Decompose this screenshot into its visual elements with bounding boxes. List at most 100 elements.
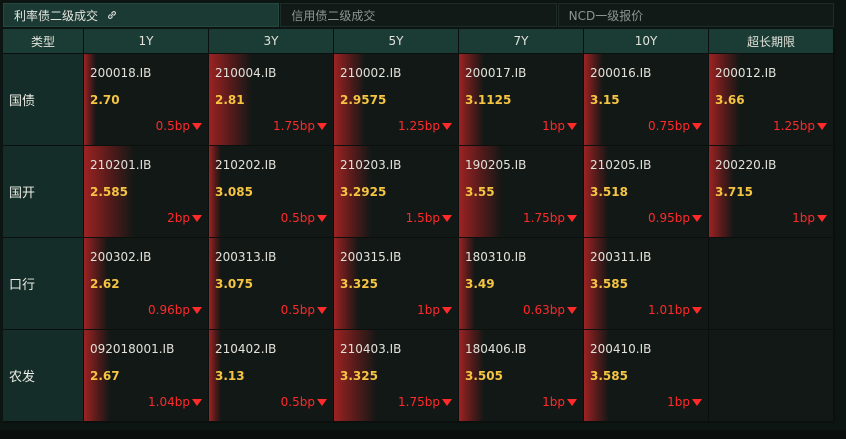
bond-code: 200017.IB	[465, 66, 527, 80]
header-type: 类型	[3, 29, 83, 53]
tab-label: 信用债二级成交	[291, 8, 376, 23]
bond-code: 210202.IB	[215, 158, 277, 172]
bond-cell[interactable]: 210205.IB 3.518 0.95bp	[584, 146, 708, 237]
down-triangle-icon	[692, 214, 702, 222]
bond-cell[interactable]: 210201.IB 2.585 2bp	[84, 146, 208, 237]
down-triangle-icon	[317, 306, 327, 314]
yield-change: 1.75bp	[273, 119, 327, 133]
bond-cell[interactable]: 190205.IB 3.55 1.75bp	[459, 146, 583, 237]
bond-yield: 3.325	[340, 369, 378, 383]
bond-yield: 3.325	[340, 277, 378, 291]
header-3y: 3Y	[209, 29, 333, 53]
bond-yield: 3.49	[465, 277, 495, 291]
bond-code: 180406.IB	[465, 342, 527, 356]
tab-ncd-primary-quote[interactable]: NCD一级报价	[557, 3, 834, 27]
down-triangle-icon	[567, 122, 577, 130]
bond-code: 210004.IB	[215, 66, 277, 80]
down-triangle-icon	[442, 306, 452, 314]
link-icon[interactable]	[106, 9, 118, 21]
tab-rate-bond-secondary[interactable]: 利率债二级成交	[3, 3, 280, 27]
tab-bar: 利率债二级成交 信用债二级成交 NCD一级报价	[3, 3, 834, 27]
bond-yield: 3.505	[465, 369, 503, 383]
bond-code: 200012.IB	[715, 66, 777, 80]
yield-change: 1bp	[667, 395, 702, 409]
bond-cell[interactable]: 210403.IB 3.325 1.75bp	[334, 330, 458, 421]
yield-change-value: 1.75bp	[523, 211, 565, 225]
bond-code: 210205.IB	[590, 158, 652, 172]
bond-yield: 2.67	[90, 369, 120, 383]
bond-code: 092018001.IB	[90, 342, 175, 356]
header-1y: 1Y	[84, 29, 208, 53]
bond-code: 210203.IB	[340, 158, 402, 172]
yield-change-value: 0.5bp	[280, 211, 315, 225]
bond-yield: 2.81	[215, 93, 245, 107]
yield-change: 1.75bp	[523, 211, 577, 225]
bond-code: 200410.IB	[590, 342, 652, 356]
bond-cell[interactable]: 200016.IB 3.15 0.75bp	[584, 54, 708, 145]
down-triangle-icon	[817, 214, 827, 222]
bond-cell[interactable]: 210203.IB 3.2925 1.5bp	[334, 146, 458, 237]
header-5y: 5Y	[334, 29, 458, 53]
yield-change-value: 1bp	[792, 211, 815, 225]
yield-change: 1bp	[542, 395, 577, 409]
down-triangle-icon	[317, 398, 327, 406]
yield-change-value: 1bp	[542, 395, 565, 409]
yield-change-value: 0.75bp	[648, 119, 690, 133]
bond-yield: 2.62	[90, 277, 120, 291]
bond-cell[interactable]: 200018.IB 2.70 0.5bp	[84, 54, 208, 145]
bond-cell[interactable]: 210002.IB 2.9575 1.25bp	[334, 54, 458, 145]
header-10y: 10Y	[584, 29, 708, 53]
tab-credit-bond-secondary[interactable]: 信用债二级成交	[280, 3, 557, 27]
row-label: 国开	[3, 146, 83, 237]
yield-change: 0.75bp	[648, 119, 702, 133]
bond-yield: 3.55	[465, 185, 495, 199]
bond-yield: 3.2925	[340, 185, 387, 199]
bond-cell[interactable]: 210004.IB 2.81 1.75bp	[209, 54, 333, 145]
bond-cell[interactable]: 200017.IB 3.1125 1bp	[459, 54, 583, 145]
yield-change-value: 1.75bp	[273, 119, 315, 133]
bond-cell[interactable]: 200410.IB 3.585 1bp	[584, 330, 708, 421]
down-triangle-icon	[442, 214, 452, 222]
yield-change: 0.95bp	[648, 211, 702, 225]
empty-cell	[709, 330, 833, 421]
yield-change: 1.25bp	[773, 119, 827, 133]
yield-change: 0.5bp	[281, 211, 327, 225]
bond-cell[interactable]: 200311.IB 3.585 1.01bp	[584, 238, 708, 329]
yield-change: 1bp	[417, 303, 452, 317]
bond-yield: 3.66	[715, 93, 745, 107]
yield-change-value: 2bp	[167, 211, 190, 225]
bond-cell[interactable]: 200220.IB 3.715 1bp	[709, 146, 833, 237]
bond-cell[interactable]: 210202.IB 3.085 0.5bp	[209, 146, 333, 237]
bond-yield: 3.085	[215, 185, 253, 199]
bond-code: 210402.IB	[215, 342, 277, 356]
yield-change-value: 0.5bp	[155, 119, 190, 133]
bond-yield: 3.585	[590, 369, 628, 383]
empty-cell	[709, 238, 833, 329]
yield-change: 0.5bp	[156, 119, 202, 133]
bond-cell[interactable]: 200302.IB 2.62 0.96bp	[84, 238, 208, 329]
down-triangle-icon	[567, 398, 577, 406]
yield-change: 0.5bp	[281, 395, 327, 409]
bond-yield: 3.715	[715, 185, 753, 199]
bond-cell[interactable]: 210402.IB 3.13 0.5bp	[209, 330, 333, 421]
bond-cell[interactable]: 200012.IB 3.66 1.25bp	[709, 54, 833, 145]
yield-change: 2bp	[167, 211, 202, 225]
yield-change-value: 0.5bp	[280, 303, 315, 317]
yield-change: 0.5bp	[281, 303, 327, 317]
bond-yield: 2.9575	[340, 93, 387, 107]
down-triangle-icon	[692, 398, 702, 406]
bond-code: 200220.IB	[715, 158, 777, 172]
yield-change: 1.5bp	[406, 211, 452, 225]
bond-yield: 3.075	[215, 277, 253, 291]
yield-change: 1bp	[792, 211, 827, 225]
down-triangle-icon	[817, 122, 827, 130]
bond-code: 180310.IB	[465, 250, 527, 264]
bond-cell[interactable]: 200313.IB 3.075 0.5bp	[209, 238, 333, 329]
bond-cell[interactable]: 180310.IB 3.49 0.63bp	[459, 238, 583, 329]
bond-cell[interactable]: 200315.IB 3.325 1bp	[334, 238, 458, 329]
yield-change-value: 1.5bp	[405, 211, 440, 225]
bond-cell[interactable]: 180406.IB 3.505 1bp	[459, 330, 583, 421]
yield-change-value: 0.63bp	[523, 303, 565, 317]
bond-cell[interactable]: 092018001.IB 2.67 1.04bp	[84, 330, 208, 421]
header-7y: 7Y	[459, 29, 583, 53]
